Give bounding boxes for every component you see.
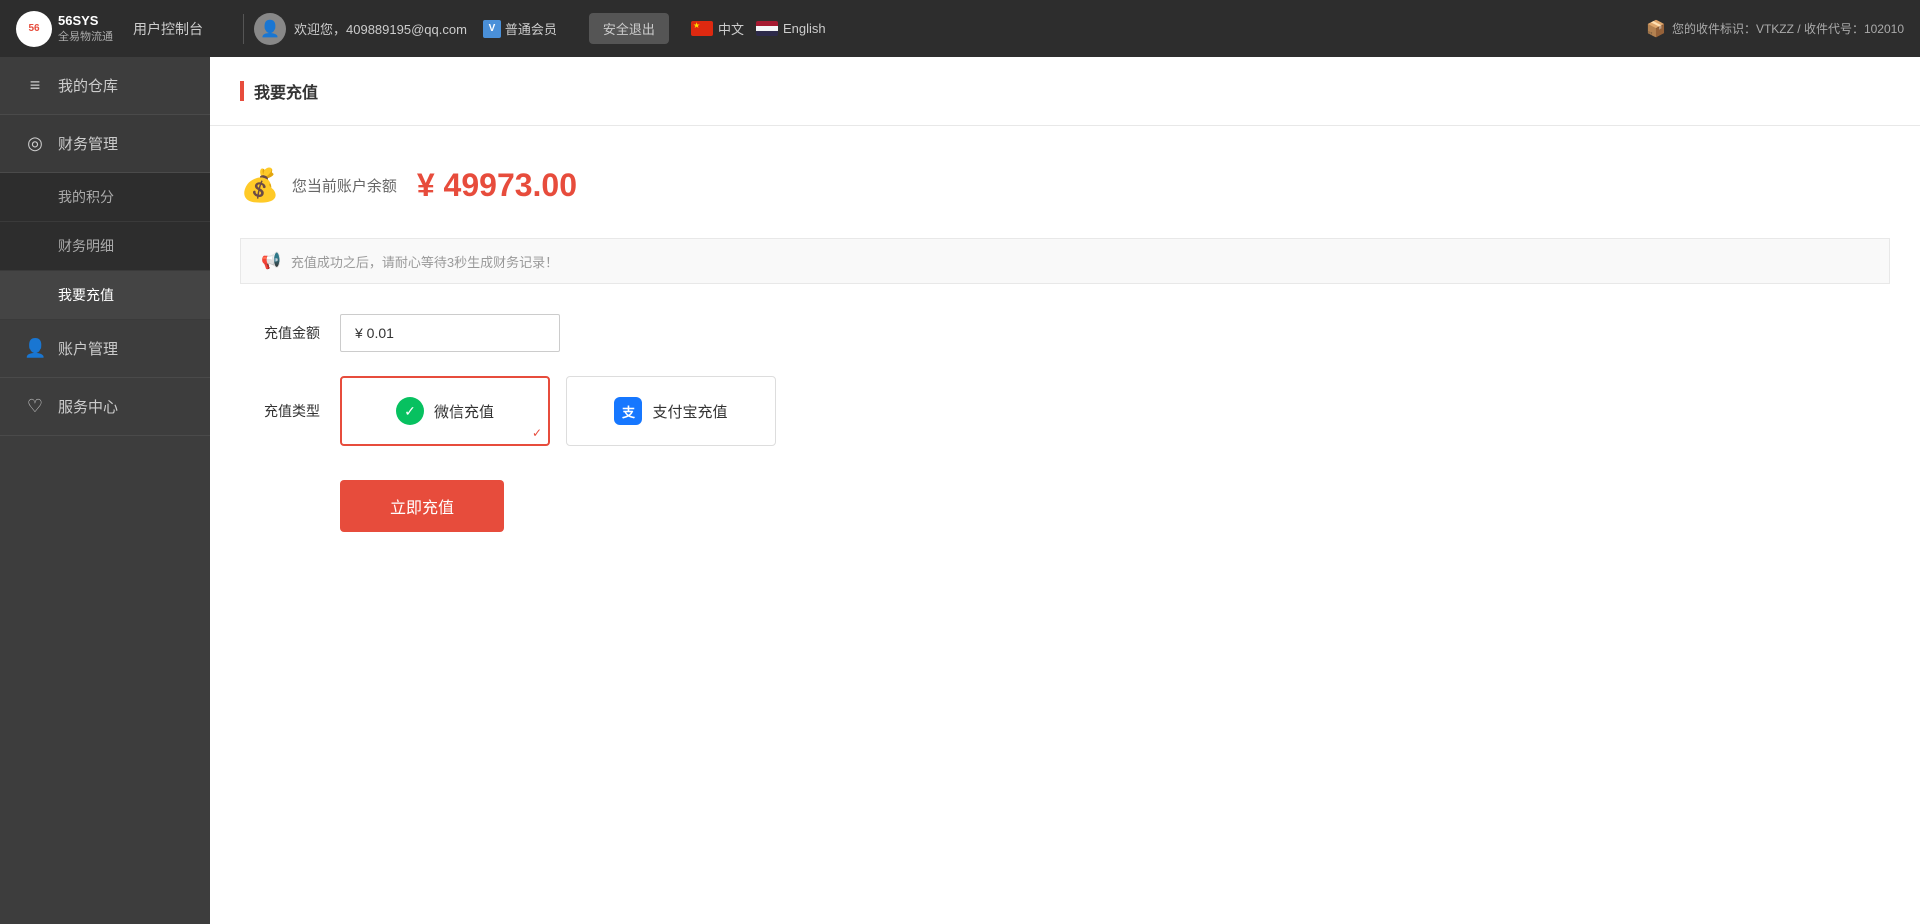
- member-icon: V: [483, 20, 501, 38]
- package-icon: 📦: [1646, 19, 1666, 39]
- submit-button[interactable]: 立即充值: [340, 480, 504, 532]
- welcome-text: 欢迎您，409889195@qq.com: [294, 19, 467, 38]
- sidebar-account-label: 账户管理: [58, 338, 118, 359]
- account-icon: 👤: [24, 338, 46, 359]
- content-area: 我要充值 💰 您当前账户余额 ¥ 49973.00 📢 充值成功之后，请耐心等待…: [210, 57, 1920, 924]
- header-divider-1: [243, 14, 244, 44]
- balance-section: 💰 您当前账户余额 ¥ 49973.00: [240, 156, 1890, 214]
- lang-cn-label: 中文: [718, 19, 744, 38]
- sidebar-item-warehouse[interactable]: ≡ 我的仓库: [0, 57, 210, 115]
- lang-cn-item[interactable]: 中文: [691, 19, 744, 38]
- service-icon: ♡: [24, 396, 46, 417]
- wechat-label: 微信充值: [434, 401, 494, 422]
- warehouse-icon: ≡: [24, 75, 46, 96]
- sidebar-item-finance-detail[interactable]: 财务明细: [0, 222, 210, 271]
- balance-coin-icon: 💰: [240, 166, 280, 204]
- member-label: 普通会员: [505, 19, 557, 38]
- avatar: 👤: [254, 13, 286, 45]
- main-layout: ≡ 我的仓库 ◎ 财务管理 我的积分 财务明细 我要充值 👤 账户管理 ♡ 服务…: [0, 57, 1920, 924]
- sidebar-item-recharge[interactable]: 我要充值: [0, 271, 210, 320]
- header-member: V 普通会员: [483, 19, 557, 38]
- payment-option-wechat[interactable]: ✓ 微信充值: [340, 376, 550, 446]
- notice-bar: 📢 充值成功之后，请耐心等待3秒生成财务记录！: [240, 238, 1890, 284]
- logout-button[interactable]: 安全退出: [589, 13, 669, 44]
- sidebar-item-service[interactable]: ♡ 服务中心: [0, 378, 210, 436]
- amount-label: 充值金额: [240, 323, 320, 343]
- alipay-icon: 支: [614, 397, 642, 425]
- sidebar-item-account[interactable]: 👤 账户管理: [0, 320, 210, 378]
- balance-amount: ¥ 49973.00: [417, 167, 577, 204]
- payment-option-alipay[interactable]: 支 支付宝充值: [566, 376, 776, 446]
- finance-icon: ◎: [24, 133, 46, 154]
- logo-icon: 56: [16, 11, 52, 47]
- sidebar-item-finance[interactable]: ◎ 财务管理: [0, 115, 210, 173]
- page-header-bar: [240, 81, 244, 101]
- flag-cn-icon: [691, 21, 713, 36]
- header-welcome: 👤 欢迎您，409889195@qq.com: [254, 13, 467, 45]
- amount-input[interactable]: [340, 314, 560, 352]
- lang-en-label: English: [783, 21, 826, 36]
- balance-label: 您当前账户余额: [292, 175, 397, 196]
- sidebar-service-label: 服务中心: [58, 396, 118, 417]
- logo: 56 56SYS 全易物流通: [16, 11, 113, 47]
- lang-en-item[interactable]: English: [756, 21, 826, 36]
- sidebar: ≡ 我的仓库 ◎ 财务管理 我的积分 财务明细 我要充值 👤 账户管理 ♡ 服务…: [0, 57, 210, 924]
- sidebar-warehouse-label: 我的仓库: [58, 75, 118, 96]
- sidebar-item-points[interactable]: 我的积分: [0, 173, 210, 222]
- receiver-info: 您的收件标识：VTKZZ / 收件代号：102010: [1672, 20, 1904, 37]
- content-body: 💰 您当前账户余额 ¥ 49973.00 📢 充值成功之后，请耐心等待3秒生成财…: [210, 126, 1920, 924]
- header-control-label: 用户控制台: [133, 19, 203, 39]
- language-section: 中文 English: [691, 19, 826, 38]
- alipay-label: 支付宝充值: [652, 401, 727, 422]
- flag-th-icon: [756, 21, 778, 36]
- wechat-icon: ✓: [396, 397, 424, 425]
- page-title: 我要充值: [254, 79, 318, 103]
- payment-options: ✓ 微信充值 支 支付宝充值: [340, 376, 776, 446]
- notice-icon: 📢: [261, 251, 281, 271]
- notice-text: 充值成功之后，请耐心等待3秒生成财务记录！: [291, 252, 558, 271]
- sidebar-submenu-finance: 我的积分 财务明细 我要充值: [0, 173, 210, 320]
- header: 56 56SYS 全易物流通 用户控制台 👤 欢迎您，409889195@qq.…: [0, 0, 1920, 57]
- header-right-info: 📦 您的收件标识：VTKZZ / 收件代号：102010: [1646, 19, 1904, 39]
- logo-text: 56SYS 全易物流通: [58, 13, 113, 44]
- page-header: 我要充值: [210, 57, 1920, 126]
- payment-type-label: 充值类型: [240, 401, 320, 421]
- payment-type-form-row: 充值类型 ✓ 微信充值 支 支付宝充值: [240, 376, 1890, 446]
- amount-form-row: 充值金额: [240, 314, 1890, 352]
- sidebar-finance-label: 财务管理: [58, 133, 118, 154]
